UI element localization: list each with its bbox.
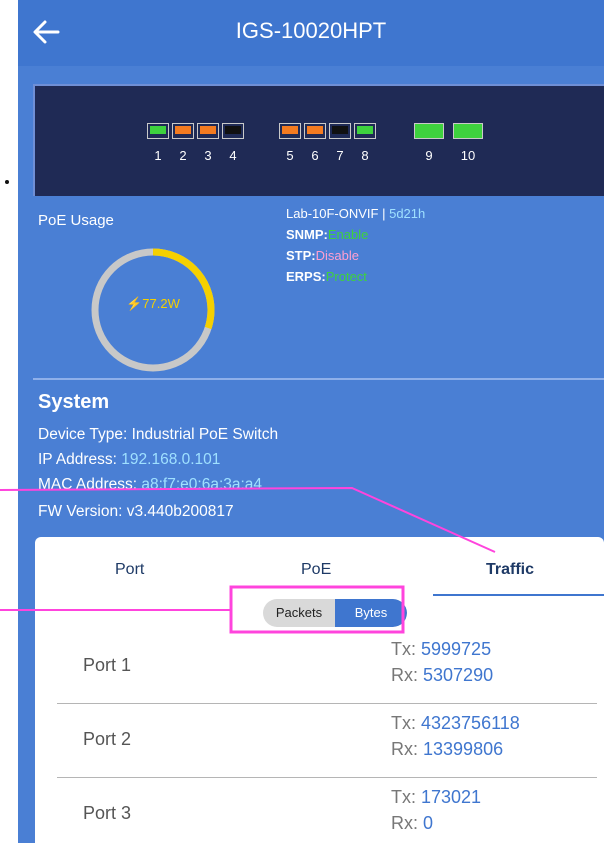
tx-bytes: 4323756118 (421, 713, 520, 733)
poe-usage-value: ⚡77.2W (88, 296, 218, 312)
switch-front-panel: 1 2 3 4 5 6 7 8 9 10 (33, 84, 604, 196)
port-6-icon[interactable] (304, 123, 326, 139)
snmp-label: SNMP: (286, 227, 328, 242)
port-10-label: 10 (460, 148, 476, 163)
device-name: Lab-10F-ONVIF (286, 206, 379, 221)
lightning-icon: ⚡ (126, 296, 143, 311)
tab-underline (433, 594, 604, 596)
tab-traffic[interactable]: Traffic (486, 561, 534, 579)
fw-version-label: FW Version: (38, 503, 127, 520)
erps-status: ERPS:Protect (286, 269, 367, 284)
port-9-label: 9 (425, 148, 433, 163)
device-separator: | (378, 206, 390, 221)
device-type-label: Device Type: (38, 426, 132, 443)
rx-bytes: 13399806 (423, 739, 504, 759)
port-7-icon[interactable] (329, 123, 351, 139)
stp-value: Disable (315, 248, 359, 263)
port-3-icon[interactable] (197, 123, 219, 139)
tab-poe[interactable]: PoE (301, 561, 331, 579)
system-title: System (38, 391, 110, 413)
device-type-line: Device Type: Industrial PoE Switch (38, 426, 278, 444)
port-4-icon[interactable] (222, 123, 244, 139)
packets-bytes-toggle: Packets Bytes (257, 598, 412, 630)
port-5-label: 5 (286, 148, 294, 163)
port-6-label: 6 (311, 148, 319, 163)
poe-usage-label: PoE Usage (38, 212, 114, 229)
rx-label: Rx: (391, 739, 424, 759)
tx-label: Tx: (391, 787, 421, 807)
app-screen: IGS-10020HPT 1 2 3 4 5 6 7 8 9 10 PoE Us… (18, 0, 604, 843)
port-5-icon[interactable] (279, 123, 301, 139)
snmp-value: Enable (327, 227, 369, 242)
tx-label: Tx: (391, 639, 421, 659)
port-name: Port 3 (83, 803, 132, 823)
tx-bytes: 5999725 (421, 639, 492, 659)
rx-value: Rx: 0 (391, 813, 433, 834)
device-type-value: Industrial PoE Switch (131, 426, 279, 443)
ip-address-value: 192.168.0.101 (121, 451, 221, 468)
poe-usage-watts: 77.2W (142, 296, 180, 311)
ip-address-label: IP Address: (38, 451, 122, 468)
port-1-icon[interactable] (147, 123, 169, 139)
tx-value: Tx: 4323756118 (391, 713, 520, 734)
port-name: Port 1 (83, 655, 132, 675)
port-name: Port 2 (83, 729, 132, 749)
snmp-status: SNMP:Enable (286, 227, 368, 242)
port-4-label: 4 (229, 148, 237, 163)
table-row: Port 3 Tx: 173021 Rx: 0 (57, 778, 597, 843)
app-bar: IGS-10020HPT (18, 0, 604, 66)
tx-label: Tx: (391, 713, 421, 733)
erps-label: ERPS: (286, 269, 326, 284)
port-8-icon[interactable] (354, 123, 376, 139)
packets-button[interactable]: Packets (263, 599, 335, 627)
table-row: Port 1 Tx: 5999725 Rx: 5307290 (57, 630, 597, 704)
rx-bytes: 0 (423, 813, 434, 833)
port-8-label: 8 (361, 148, 369, 163)
rx-bytes: 5307290 (423, 665, 494, 685)
erps-value: Protect (325, 269, 367, 284)
sfp-port-9-icon[interactable] (414, 123, 444, 139)
bytes-button[interactable]: Bytes (335, 599, 407, 627)
port-3-label: 3 (204, 148, 212, 163)
mac-address-value: a8:f7:e0:6a:3a:a4 (141, 476, 263, 493)
rx-label: Rx: (391, 813, 424, 833)
port-7-label: 7 (336, 148, 344, 163)
port-2-icon[interactable] (172, 123, 194, 139)
toggle-track: Packets Bytes (263, 599, 407, 627)
tab-port[interactable]: Port (115, 561, 144, 579)
traffic-card: Port PoE Traffic Packets Bytes Port 1 Tx… (35, 537, 604, 843)
ip-address-line: IP Address: 192.168.0.101 (38, 451, 220, 469)
mac-address-line: MAC Address: a8:f7:e0:6a:3a:a4 (38, 476, 262, 494)
page-title: IGS-10020HPT (235, 18, 387, 43)
section-divider (33, 378, 604, 380)
rx-value: Rx: 13399806 (391, 739, 503, 760)
rx-label: Rx: (391, 665, 424, 685)
fw-version-value: v3.440b200817 (126, 503, 234, 520)
device-name-line: Lab-10F-ONVIF | 5d21h (286, 206, 425, 221)
mac-address-label: MAC Address: (38, 476, 142, 493)
port-2-label: 2 (179, 148, 187, 163)
sfp-port-10-icon[interactable] (453, 123, 483, 139)
tx-value: Tx: 173021 (391, 787, 481, 808)
stp-label: STP: (286, 248, 316, 263)
tx-value: Tx: 5999725 (391, 639, 491, 660)
fw-version-line: FW Version: v3.440b200817 (38, 503, 234, 521)
device-uptime: 5d21h (389, 206, 426, 221)
rx-value: Rx: 5307290 (391, 665, 493, 686)
stp-status: STP:Disable (286, 248, 359, 263)
table-row: Port 2 Tx: 4323756118 Rx: 13399806 (57, 704, 597, 778)
port-1-label: 1 (154, 148, 162, 163)
page-dot (5, 180, 9, 184)
tx-bytes: 173021 (421, 787, 482, 807)
